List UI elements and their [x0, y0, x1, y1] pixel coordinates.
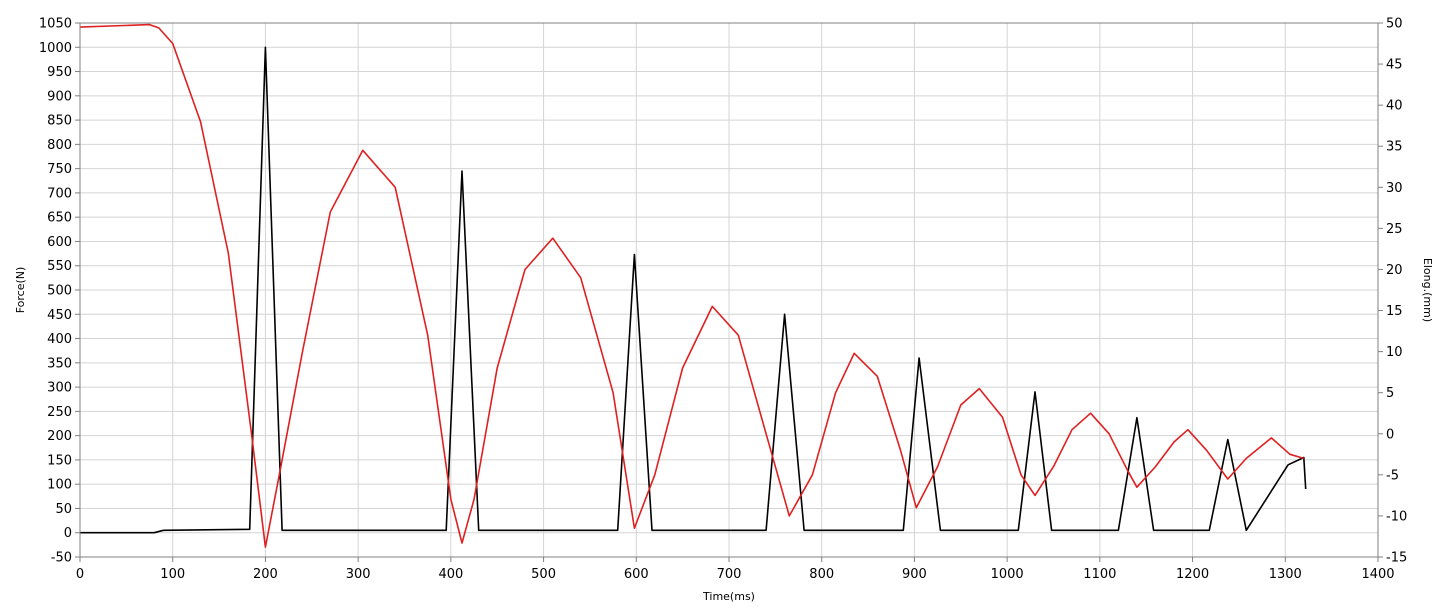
y-tick-label: 600	[47, 235, 72, 250]
y2-tick-label: 5	[1386, 386, 1394, 401]
x-tick-label: 900	[902, 567, 927, 582]
data-series	[79, 23, 1307, 548]
y-tick-label: 950	[47, 65, 72, 80]
y-tick-label: 800	[47, 138, 72, 153]
y2-tick-label: -5	[1386, 468, 1399, 483]
y-tick-label: 450	[47, 308, 72, 323]
y2-tick-label: 30	[1386, 181, 1403, 196]
x-tick-label: 800	[809, 567, 834, 582]
x-tick-label: 100	[160, 567, 185, 582]
y-tick-label: 550	[47, 259, 72, 274]
x-tick-label: 200	[253, 567, 278, 582]
y2-tick-label: 25	[1386, 222, 1403, 237]
grid-lines	[79, 22, 1379, 558]
y2-tick-label: 10	[1386, 345, 1403, 360]
x-tick-label: 1300	[1269, 567, 1302, 582]
x-tick-label: 1100	[1083, 567, 1116, 582]
y-tick-label: 200	[47, 429, 72, 444]
y2-tick-label: 15	[1386, 304, 1403, 319]
x-tick-label: 0	[76, 567, 84, 582]
y-tick-label: 900	[47, 89, 72, 104]
y-tick-label: 250	[47, 405, 72, 420]
y-tick-label: 400	[47, 332, 72, 347]
y-tick-label: 850	[47, 114, 72, 129]
y-tick-label: -50	[51, 551, 72, 566]
y-tick-label: 1050	[39, 17, 72, 32]
y2-axis-label: Elong.(mm)	[1421, 258, 1434, 322]
y2-tick-label: -15	[1386, 551, 1407, 566]
x-tick-label: 700	[717, 567, 742, 582]
y2-tick-label: 20	[1386, 263, 1403, 278]
y-tick-label: 300	[47, 381, 72, 396]
y-tick-label: 50	[55, 502, 72, 517]
y2-tick-label: -10	[1386, 509, 1407, 524]
y-tick-label: 350	[47, 356, 72, 371]
x-axis-label: Time(ms)	[702, 590, 755, 603]
x-tick-label: 300	[346, 567, 371, 582]
x-tick-label: 1000	[991, 567, 1024, 582]
y-tick-label: 500	[47, 284, 72, 299]
y-tick-label: 1000	[39, 41, 72, 56]
x-tick-label: 1400	[1361, 567, 1394, 582]
force-elongation-chart: 0 100 200 300 400 500 600 700 800 900 1000 1100 1200…	[14, 17, 1434, 604]
y2-tick-label: 35	[1386, 140, 1403, 155]
y2-tick-label: 0	[1386, 427, 1394, 442]
y-tick-label: 0	[64, 526, 72, 541]
x-tick-label: 1200	[1176, 567, 1209, 582]
y2-tick-label: 40	[1386, 99, 1403, 114]
x-tick-label: 600	[624, 567, 649, 582]
y2-tick-label: 45	[1386, 58, 1403, 73]
y-tick-label: 150	[47, 453, 72, 468]
y-tick-label: 750	[47, 162, 72, 177]
y-tick-label: 700	[47, 186, 72, 201]
y-axis-label: Force(N)	[14, 267, 27, 314]
x-tick-label: 400	[438, 567, 463, 582]
x-tick-label: 500	[531, 567, 556, 582]
y-tick-label: 650	[47, 211, 72, 226]
y2-tick-label: 50	[1386, 17, 1403, 32]
y-tick-label: 100	[47, 478, 72, 493]
tick-labels: 0 100 200 300 400 500 600 700 800 900 1000 1100 1200…	[39, 17, 1407, 583]
